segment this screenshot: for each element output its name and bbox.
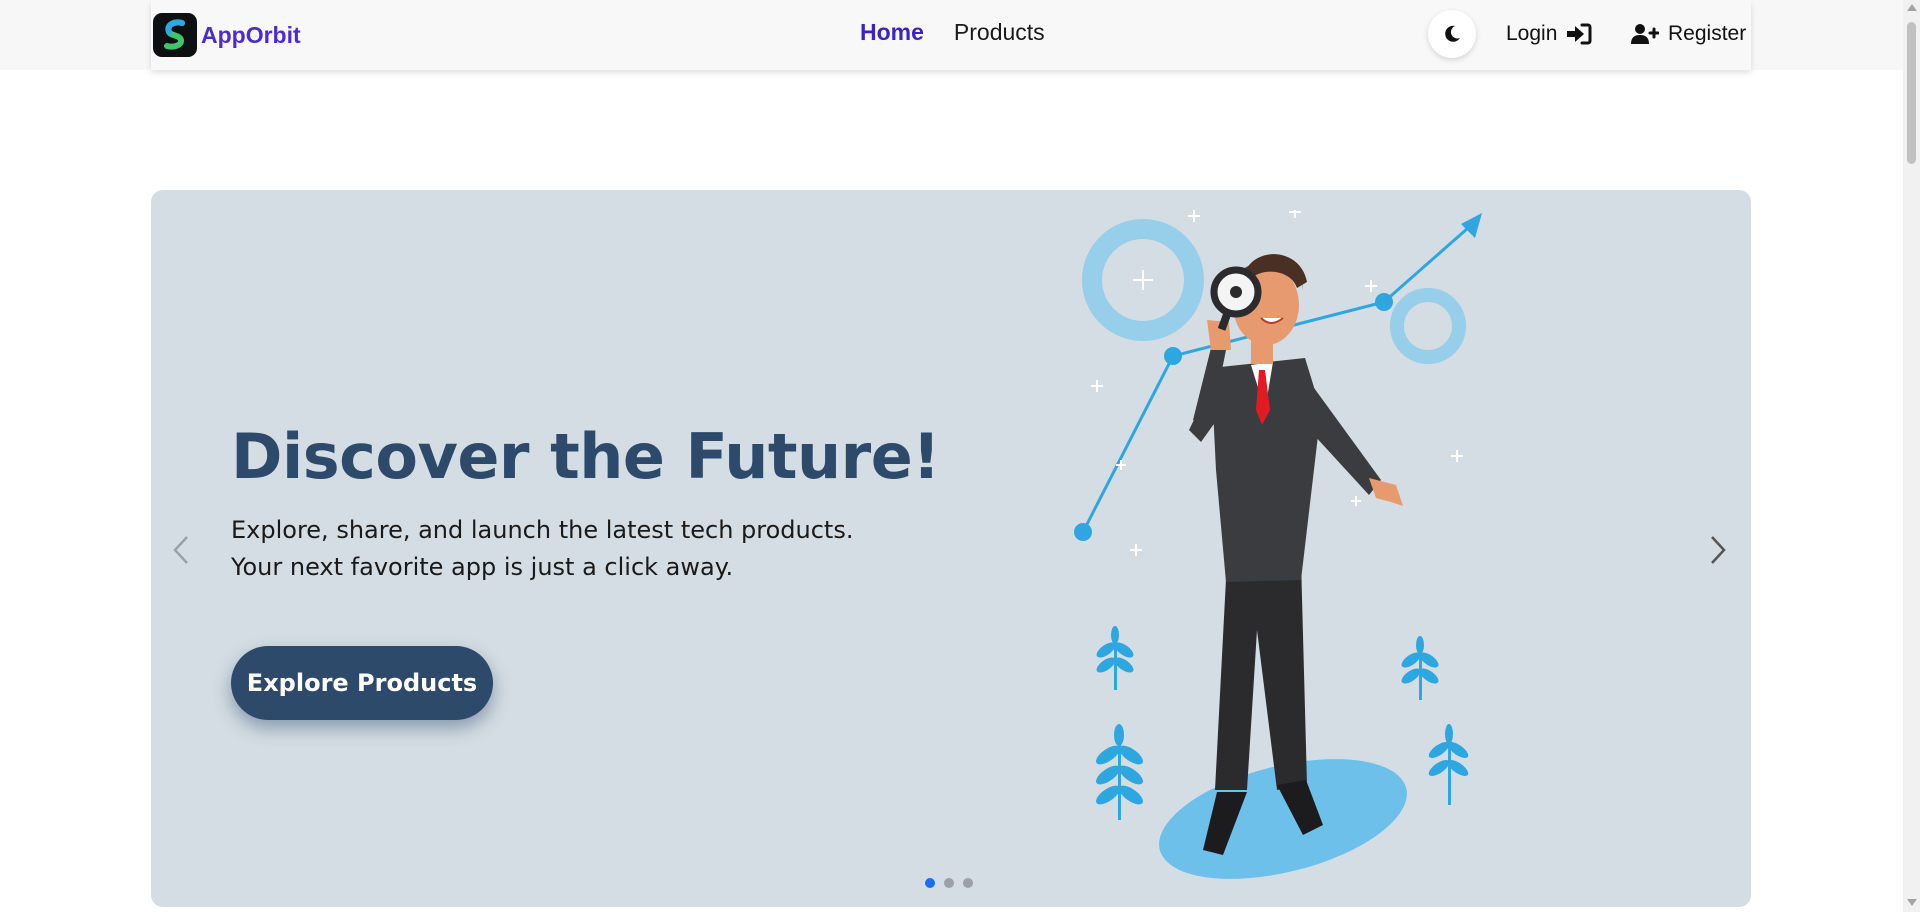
carousel-indicators	[925, 878, 973, 888]
carousel-prev-button[interactable]	[161, 525, 201, 575]
hero-illustration	[1074, 210, 1482, 879]
brand-name: AppOrbit	[201, 21, 301, 48]
login-label: Login	[1506, 22, 1558, 45]
navbar: AppOrbit Home Products Login Register	[151, 0, 1751, 70]
register-button[interactable]: Register	[1631, 22, 1746, 46]
nav-products-link[interactable]: Products	[954, 19, 1045, 46]
carousel-dot-3[interactable]	[963, 878, 973, 888]
hero-title: Discover the Future!	[231, 420, 941, 493]
explore-products-button[interactable]: Explore Products	[231, 646, 493, 720]
theme-toggle-button[interactable]	[1428, 10, 1476, 58]
nav-home-link[interactable]: Home	[860, 19, 924, 46]
chevron-right-icon	[1711, 536, 1726, 564]
carousel-dot-2[interactable]	[944, 878, 954, 888]
carousel-dot-1[interactable]	[925, 878, 935, 888]
moon-icon	[1445, 25, 1460, 42]
carousel-next-button[interactable]	[1698, 525, 1738, 575]
hero-subtitle: Explore, share, and launch the latest te…	[231, 516, 854, 581]
sign-in-icon	[1567, 23, 1592, 45]
scroll-down-arrow[interactable]	[1907, 899, 1917, 906]
scroll-up-arrow[interactable]	[1907, 4, 1917, 11]
page-scrollbar[interactable]	[1903, 0, 1920, 912]
nav-links: Home Products	[860, 19, 1045, 46]
register-label: Register	[1668, 22, 1747, 45]
chevron-left-icon	[173, 536, 188, 564]
login-button[interactable]: Login	[1506, 22, 1592, 46]
app-logo	[153, 13, 197, 57]
brand-link[interactable]: AppOrbit	[153, 13, 301, 57]
user-plus-icon	[1631, 24, 1659, 44]
scrollbar-thumb[interactable]	[1907, 22, 1916, 164]
hero-carousel: Discover the Future! Explore, share, and…	[151, 190, 1751, 907]
